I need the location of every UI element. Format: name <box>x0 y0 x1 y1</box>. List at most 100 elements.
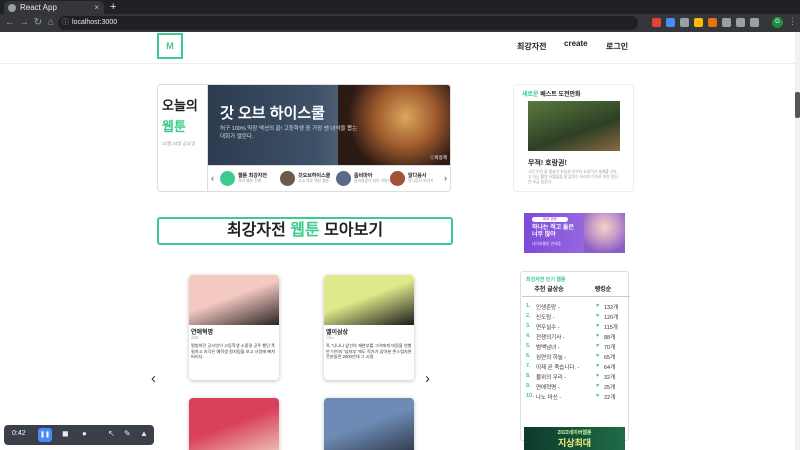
tab-close-icon[interactable]: × <box>94 1 99 14</box>
today-label: 오늘의 웹툰 10월 24일 금요일 <box>158 85 208 191</box>
ranking-number: 9. <box>526 383 531 389</box>
puzzle-icon[interactable] <box>736 18 745 27</box>
recorder-time: 0:42 <box>12 430 26 437</box>
address-bar[interactable]: ⓘ localhost:3000 <box>58 16 638 30</box>
ranking-number: 8. <box>526 373 531 379</box>
best-heading: 새로운 베스트 도전만화 <box>522 89 625 98</box>
heart-icon: ♥ <box>596 303 600 309</box>
webtoon-card[interactable]: 엘이삼상 허느 죽 "나나나 앞선의 재현부를 그어에게 마음을 연행만 이어지… <box>324 275 414 380</box>
best-title: 무적! 호랑권! <box>528 160 567 167</box>
heart-icon: ♥ <box>596 323 600 329</box>
ranking-title: 전쟁의기사 - <box>536 335 565 341</box>
menu-item-create[interactable]: create <box>564 39 588 48</box>
ranking-row[interactable]: 2. 신도림 - ♥ 120개 <box>526 313 626 322</box>
ranking-row[interactable]: 1. 인생존망 - ♥ 132개 <box>526 303 626 312</box>
webtoon-card[interactable] <box>189 398 279 450</box>
browser-tab[interactable]: React App × <box>4 1 104 14</box>
ranking-count: 25개 <box>604 385 616 391</box>
section-title: 최강자전 웹툰 모아보기 <box>157 217 453 245</box>
highlighter-icon[interactable]: ▲ <box>140 429 148 438</box>
page: M 최강자전 create 로그인 오늘의 웹툰 10월 24일 금요일 갓 오… <box>0 32 795 450</box>
strip-item[interactable]: 웹툰 최강자전 여러 웹툰 진행 <box>220 170 276 188</box>
extension-icon[interactable] <box>708 18 717 27</box>
strip-item-sub: 알다웅사 이야기 <box>408 179 434 183</box>
card-genre: 허느 <box>326 335 335 340</box>
best-thumbnail <box>528 101 620 151</box>
promo-banner[interactable]: 2022네이버웹툰 지상최대 <box>524 427 625 450</box>
profile-avatar[interactable]: G <box>772 17 783 28</box>
strip-item-name: 좀비마아 <box>354 173 373 179</box>
reload-icon[interactable]: ↻ <box>32 16 44 30</box>
tab-recommend[interactable]: 추천 글상승 <box>522 283 576 297</box>
ranking-row[interactable]: 6. 심연의 하늘 - ♥ 65개 <box>526 353 626 362</box>
hero-banner[interactable]: 갓 오브 하이스쿨 허구 100% 막장 액션의 끝! 고등학생 중 가장 쎈 … <box>208 85 450 165</box>
download-icon[interactable] <box>750 18 759 27</box>
ranking-number: 10. <box>526 393 534 399</box>
microphone-icon[interactable]: ● <box>82 429 87 438</box>
page-scrollbar[interactable] <box>795 32 800 450</box>
pause-button[interactable]: ❚❚ <box>38 428 52 442</box>
strip-prev-icon[interactable]: ‹ <box>211 173 214 183</box>
ranking-row[interactable]: 10. 나노 마신 - ♥ 22개 <box>526 393 626 402</box>
ranking-count: 22개 <box>604 395 616 401</box>
carousel-next-icon[interactable]: › <box>425 370 430 387</box>
cursor-icon[interactable]: ↖ <box>108 429 115 438</box>
back-icon[interactable]: ← <box>4 16 16 30</box>
ranking-heading: 최강자전 인기 웹툰 <box>526 277 566 283</box>
tab-title: React App <box>20 3 57 12</box>
best-description: 고진 수련 끝 필살기 호랑권 전수자 호랑이가 세계를 구하고 다닌 촬영 사… <box>528 170 618 184</box>
carousel-prev-icon[interactable]: ‹ <box>151 370 156 387</box>
heart-icon: ♥ <box>596 383 600 389</box>
menu-item-champion[interactable]: 최강자전 <box>517 41 546 52</box>
ad-artwork <box>584 213 625 253</box>
ranking-number: 3. <box>526 323 531 329</box>
section-title-green: 웹툰 <box>290 222 320 239</box>
browser-menu-icon[interactable]: ⋮ <box>788 16 797 27</box>
ranking-row[interactable]: 5. 범백남녀 - ♥ 70개 <box>526 343 626 352</box>
ranking-count: 65개 <box>604 355 616 361</box>
extension-icon[interactable] <box>722 18 731 27</box>
extension-icon[interactable] <box>652 18 661 27</box>
strip-item[interactable]: 좀비마아 좀비영웅이 되어 이야기 <box>336 170 392 188</box>
site-info-icon[interactable]: ⓘ <box>62 16 69 30</box>
pen-icon[interactable]: ✎ <box>124 429 131 438</box>
strip-item-name: 갓오브하이스쿨 <box>298 173 331 179</box>
webtoon-card[interactable] <box>324 398 414 450</box>
strip-next-icon[interactable]: › <box>444 173 447 183</box>
strip-item-name: 알다웅사 <box>408 173 427 179</box>
extension-icon[interactable] <box>694 18 703 27</box>
tab-favicon-icon <box>8 4 16 12</box>
webtoon-card[interactable]: 연애혁명 232 평범하던 공시빈이 고등학생 소중경 공주 했던 폭필하고 지… <box>189 275 279 380</box>
site-logo[interactable]: M <box>157 33 183 59</box>
today-date: 10월 24일 금요일 <box>162 141 196 146</box>
browser-tab-strip: React App × + <box>0 0 800 14</box>
camera-off-icon[interactable]: ◼ <box>62 429 69 438</box>
new-tab-button[interactable]: + <box>110 0 116 14</box>
extension-icon[interactable] <box>680 18 689 27</box>
card-thumbnail <box>189 275 279 325</box>
scrollbar-thumb[interactable] <box>795 92 800 118</box>
ranking-count: 64개 <box>604 365 616 371</box>
section-title-text: 최강자전 <box>226 222 291 239</box>
strip-item-sub: 고교 격투 액션 웹툰 <box>298 179 330 183</box>
strip-item[interactable]: 알다웅사 알다웅사 이야기 <box>390 170 442 188</box>
menu-item-login[interactable]: 로그인 <box>606 41 628 52</box>
home-icon[interactable]: ⌂ <box>45 16 57 30</box>
extension-icon[interactable] <box>666 18 675 27</box>
heart-icon: ♥ <box>596 353 600 359</box>
heart-icon: ♥ <box>596 343 600 349</box>
ranking-title: 이제 곧 죽습니다. - <box>536 365 580 371</box>
ranking-row[interactable]: 9. 연애혁명 - ♥ 25개 <box>526 383 626 392</box>
best-challenge-panel[interactable]: 새로운 베스트 도전만화 무적! 호랑권! 고진 수련 끝 필살기 호랑권 전수… <box>513 84 634 192</box>
ad-banner[interactable]: 바로 방문 하나는 적고 둘은 너무 많아 네이버웹툰 연재중 <box>524 213 625 253</box>
strip-item[interactable]: 갓오브하이스쿨 고교 격투 액션 웹툰 <box>280 170 336 188</box>
tab-ranking[interactable]: 랭킹순 <box>576 283 630 297</box>
ranking-row[interactable]: 7. 이제 곧 죽습니다. - ♥ 64개 <box>526 363 626 372</box>
ranking-row[interactable]: 3. 연우실수 - ♥ 115개 <box>526 323 626 332</box>
ranking-row[interactable]: 4. 전쟁의기사 - ♥ 88개 <box>526 333 626 342</box>
ranking-row[interactable]: 8. 불위의 우리 - ♥ 32개 <box>526 373 626 382</box>
promo-banner-main: 지상최대 <box>557 438 592 448</box>
promo-banner-top: 2022네이버웹툰 <box>557 430 592 436</box>
forward-icon[interactable]: → <box>18 16 30 30</box>
strip-item-sub: 여러 웹툰 진행 <box>238 179 262 183</box>
